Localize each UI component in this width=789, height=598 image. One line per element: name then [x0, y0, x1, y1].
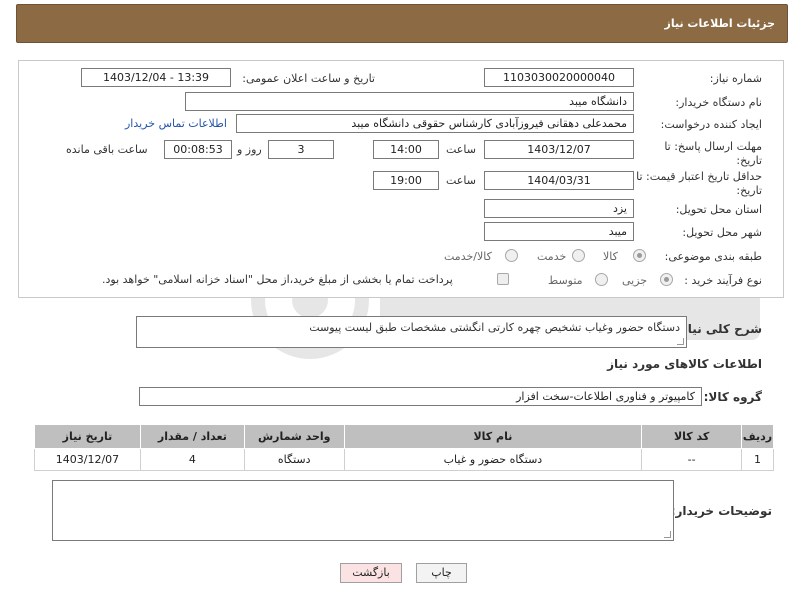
- province-field[interactable]: یزد: [484, 199, 634, 218]
- creator-label: ایجاد کننده درخواست:: [660, 118, 762, 131]
- goods-table-header: ردیف کد کالا نام کالا واحد شمارش تعداد /…: [34, 424, 774, 449]
- deadline-time-field[interactable]: 14:00: [373, 140, 439, 159]
- print-button[interactable]: چاپ: [416, 563, 467, 583]
- need-number-label: شماره نیاز:: [709, 72, 762, 85]
- days-remaining-field[interactable]: 3: [268, 140, 334, 159]
- cell-row: 1: [741, 448, 774, 471]
- back-button[interactable]: بازگشت: [340, 563, 402, 583]
- resize-handle-icon[interactable]: [664, 531, 671, 538]
- page-title: جزئیات اطلاعات نیاز: [664, 17, 776, 30]
- city-label: شهر محل تحویل:: [682, 226, 762, 239]
- cell-need-date: 1403/12/07: [34, 448, 141, 471]
- days-label: روز و: [237, 143, 262, 156]
- treasury-payment-note: پرداخت تمام یا بخشی از مبلغ خرید،از محل …: [102, 273, 453, 286]
- cell-quantity: 4: [139, 448, 245, 471]
- city-field[interactable]: میبد: [484, 222, 634, 241]
- description-textarea[interactable]: دستگاه حضور وغیاب تشخیص چهره کارتی انگشت…: [136, 316, 687, 348]
- cell-unit: دستگاه: [243, 448, 345, 471]
- category-service-label: خدمت: [537, 250, 567, 263]
- deadline-date-field[interactable]: 1403/12/07: [484, 140, 634, 159]
- price-validity-label: حداقل تاریخ اعتبار قیمت: تا: [636, 170, 762, 183]
- province-label: استان محل تحویل:: [675, 203, 762, 216]
- buyer-org-field[interactable]: دانشگاه میبد: [185, 92, 634, 111]
- process-medium-radio[interactable]: [595, 273, 608, 286]
- category-label: طبقه بندی موضوعی:: [664, 250, 762, 263]
- buyer-contact-link[interactable]: اطلاعات تماس خریدار: [125, 117, 227, 130]
- process-medium-label: متوسط: [548, 274, 583, 287]
- cell-name: دستگاه حضور و غیاب: [343, 448, 643, 471]
- description-label: شرح کلی نیاز:: [676, 322, 762, 336]
- time-remaining-field[interactable]: 00:08:53: [164, 140, 232, 159]
- announce-datetime-label: تاریخ و ساعت اعلان عمومی:: [242, 72, 375, 85]
- price-validity-time-field[interactable]: 19:00: [373, 171, 439, 190]
- cell-code: --: [641, 448, 743, 471]
- table-row: 1 -- دستگاه حضور و غیاب دستگاه 4 1403/12…: [34, 448, 774, 471]
- col-name: نام کالا: [343, 424, 643, 449]
- goods-section-title: اطلاعات کالاهای مورد نیاز: [607, 357, 762, 371]
- col-code: کد کالا: [641, 424, 743, 449]
- buyer-notes-label: توضیحات خریدار:: [670, 504, 772, 518]
- resize-handle-icon[interactable]: [677, 338, 684, 345]
- category-goods-service-radio[interactable]: [505, 249, 518, 262]
- deadline-time-label: ساعت: [446, 143, 476, 156]
- col-row: ردیف: [741, 424, 774, 449]
- treasury-payment-checkbox[interactable]: [497, 273, 509, 285]
- price-validity-date-label: تاریخ:: [736, 184, 762, 197]
- category-service-radio[interactable]: [572, 249, 585, 262]
- deadline-label: مهلت ارسال پاسخ: تا: [664, 140, 762, 153]
- need-number-field[interactable]: 1103030020000040: [484, 68, 634, 87]
- buyer-notes-textarea[interactable]: [52, 480, 674, 541]
- deadline-date-label: تاریخ:: [736, 154, 762, 167]
- goods-group-field[interactable]: کامپیوتر و فناوری اطلاعات-سخت افزار: [139, 387, 702, 406]
- category-goods-service-label: کالا/خدمت: [444, 250, 492, 263]
- goods-group-label: گروه کالا:: [703, 390, 762, 404]
- creator-field[interactable]: محمدعلی دهقانی فیروزآبادی کارشناس حقوقی …: [236, 114, 634, 133]
- col-need-date: تاریخ نیاز: [34, 424, 141, 449]
- category-goods-label: کالا: [603, 250, 618, 263]
- category-goods-radio[interactable]: [633, 249, 646, 262]
- page-header: جزئیات اطلاعات نیاز: [16, 4, 788, 43]
- goods-table: ردیف کد کالا نام کالا واحد شمارش تعداد /…: [34, 424, 774, 471]
- col-quantity: تعداد / مقدار: [139, 424, 245, 449]
- process-type-label: نوع فرآیند خرید :: [684, 274, 762, 287]
- announce-datetime-field[interactable]: 1403/12/04 - 13:39: [81, 68, 231, 87]
- col-unit: واحد شمارش: [243, 424, 345, 449]
- price-validity-date-field[interactable]: 1404/03/31: [484, 171, 634, 190]
- process-minor-label: جزیی: [622, 274, 648, 287]
- description-text: دستگاه حضور وغیاب تشخیص چهره کارتی انگشت…: [309, 321, 680, 334]
- process-minor-radio[interactable]: [660, 273, 673, 286]
- price-validity-time-label: ساعت: [446, 174, 476, 187]
- buyer-org-label: نام دستگاه خریدار:: [675, 96, 762, 109]
- time-remaining-label: ساعت باقی مانده: [66, 143, 148, 156]
